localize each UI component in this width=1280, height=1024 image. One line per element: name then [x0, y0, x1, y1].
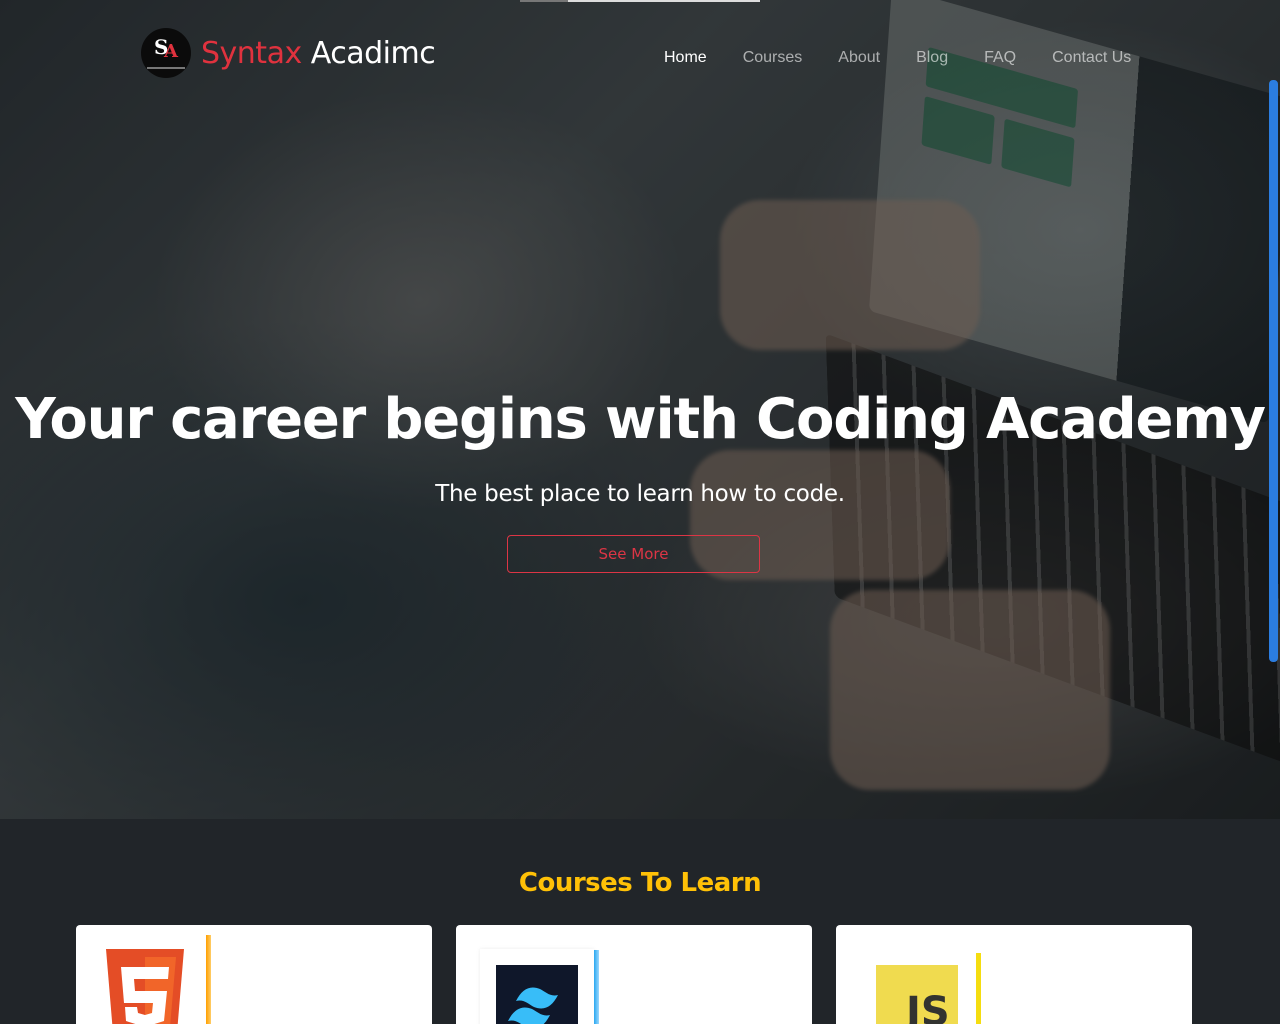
hero-subtitle: The best place to learn how to code. [435, 481, 845, 507]
scrollbar-thumb[interactable] [1269, 80, 1278, 662]
nav-home[interactable]: Home [646, 48, 725, 68]
nav-courses[interactable]: Courses [725, 48, 821, 68]
brand-logo-icon: S A [141, 28, 191, 78]
courses-section-title: Courses To Learn [518, 868, 762, 898]
brand-name: Syntax Acadimc [201, 35, 436, 71]
course-card-javascript[interactable]: JS [836, 925, 1192, 1024]
course-card-tailwind[interactable] [456, 925, 812, 1024]
card-accent-bar [206, 935, 211, 1024]
nav-about[interactable]: About [820, 48, 898, 68]
hero-content: Your career begins with Coding Academy T… [0, 385, 1280, 573]
card-accent-bar [594, 950, 599, 1024]
card-accent-bar [976, 953, 981, 1024]
brand-name-part2: Acadimc [310, 35, 436, 71]
html5-icon [106, 949, 184, 1024]
navbar: S A Syntax Acadimc Home Courses About Bl… [0, 0, 1280, 110]
course-card-html[interactable] [76, 925, 432, 1024]
nav-faq[interactable]: FAQ [966, 48, 1034, 68]
main-nav: Home Courses About Blog FAQ Contact Us [646, 48, 1149, 68]
tailwind-icon [480, 949, 594, 1024]
see-more-button[interactable]: See More [507, 535, 760, 573]
nav-contact-us[interactable]: Contact Us [1034, 48, 1149, 68]
scrollbar[interactable] [1268, 0, 1280, 1024]
hero-title: Your career begins with Coding Academy [15, 387, 1266, 452]
nav-blog[interactable]: Blog [898, 48, 966, 68]
js-icon: JS [876, 965, 958, 1024]
brand[interactable]: S A Syntax Acadimc [141, 28, 436, 78]
brand-name-part1: Syntax [201, 35, 302, 71]
